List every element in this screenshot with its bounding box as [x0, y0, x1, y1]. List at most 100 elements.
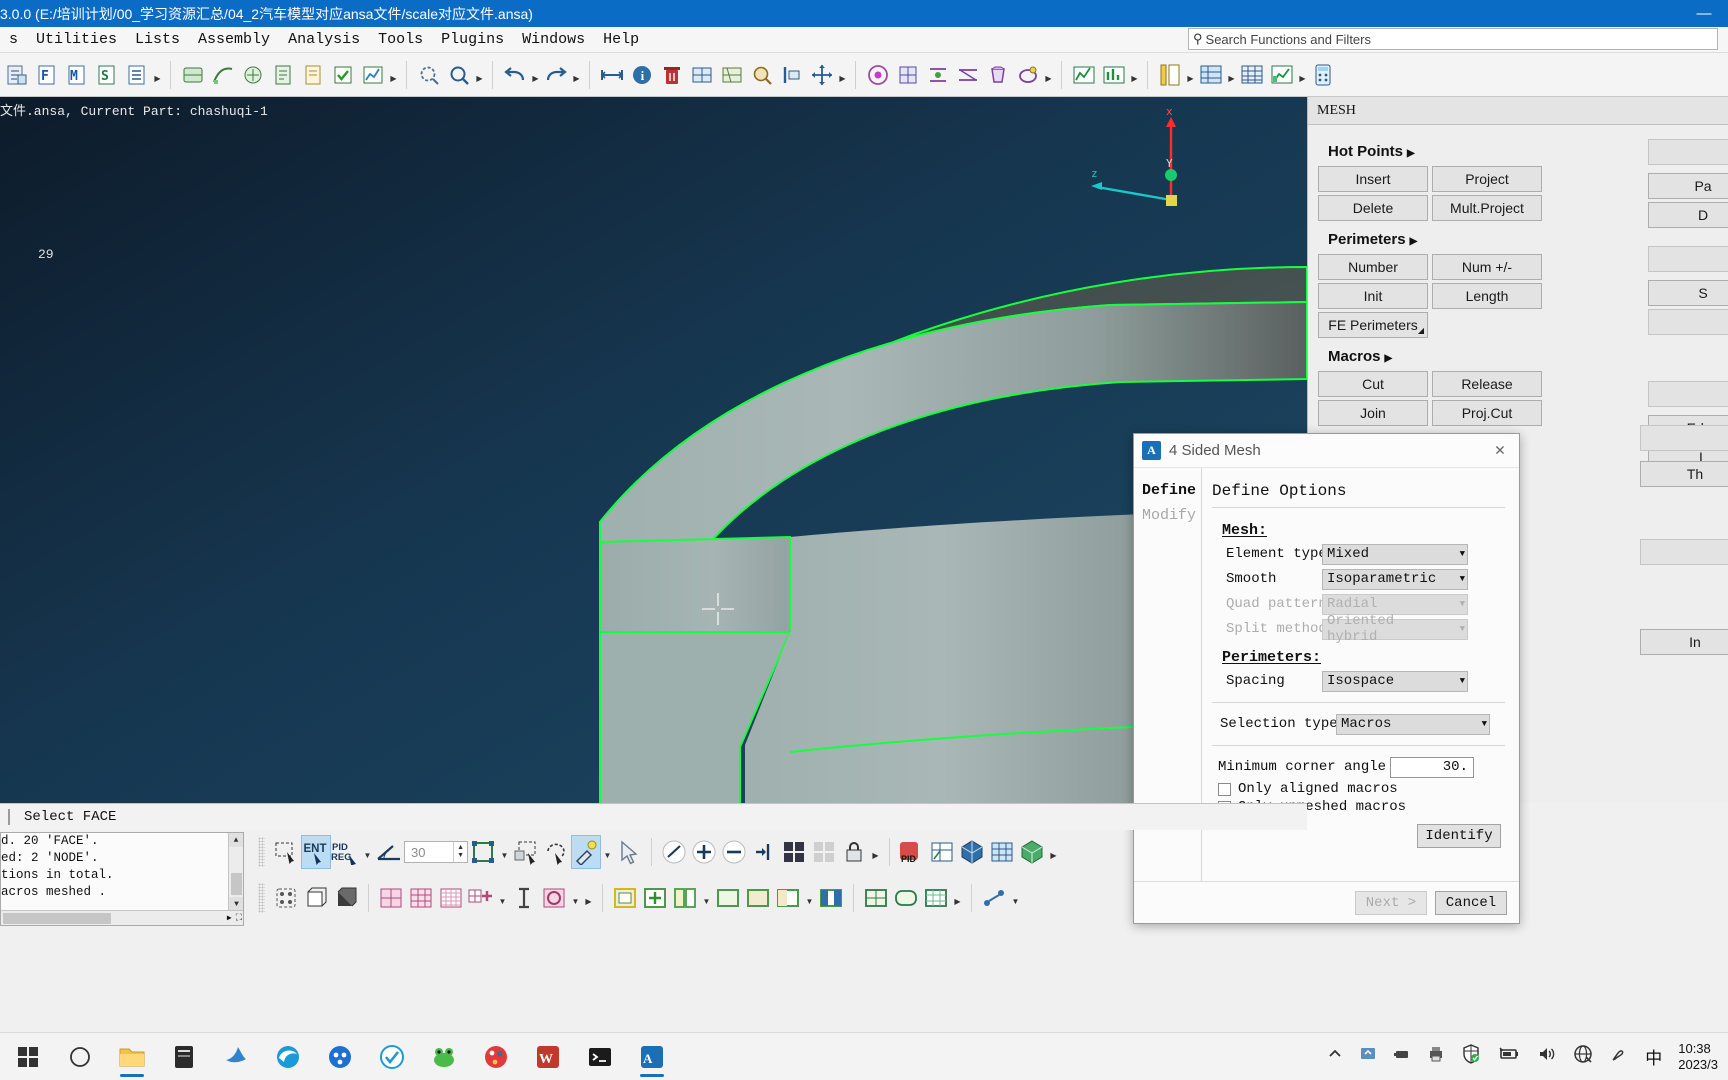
list-icon[interactable]	[122, 58, 152, 92]
select-smooth[interactable]: Isoparametric ▼	[1322, 568, 1468, 590]
iso-view-icon[interactable]	[271, 881, 301, 915]
btn-d[interactable]: D	[1648, 202, 1728, 228]
palette-icon[interactable]	[474, 1035, 518, 1079]
identify-button[interactable]: Identify	[1417, 824, 1501, 848]
invert-selection-icon[interactable]	[749, 835, 779, 869]
col3-blank-2[interactable]	[1648, 246, 1728, 272]
network-icon[interactable]	[1573, 1044, 1593, 1069]
btn-delete[interactable]: Delete	[1318, 195, 1428, 221]
move-icon[interactable]	[807, 58, 837, 92]
add-mesh-dropdown-arrow[interactable]: ▼	[496, 881, 509, 915]
select-spacing[interactable]: Isospace ▼	[1322, 670, 1468, 692]
dolphin-icon[interactable]	[214, 1035, 258, 1079]
checkbox-green-icon[interactable]	[328, 58, 358, 92]
menu-item-assembly[interactable]: Assembly	[189, 29, 279, 50]
3d-viewport[interactable]: 文件.ansa, Current Part: chashuqi-1 29 x z…	[0, 97, 1307, 803]
btn-number[interactable]: Number	[1318, 254, 1428, 280]
btn-proj-cut[interactable]: Proj.Cut	[1432, 400, 1542, 426]
document-icon[interactable]	[298, 58, 328, 92]
flashlight-dropdown-arrow[interactable]: ▼	[601, 835, 614, 869]
btn-release[interactable]: Release	[1432, 371, 1542, 397]
search-input[interactable]: ⚲ Search Functions and Filters	[1188, 28, 1718, 50]
shield-icon[interactable]	[1461, 1044, 1481, 1069]
results-dropdown-arrow[interactable]: ▶	[1129, 58, 1140, 92]
flashlight-select-icon[interactable]	[571, 835, 601, 869]
draw-mode-icon[interactable]	[927, 835, 957, 869]
mesh-icon-m[interactable]: M	[62, 58, 92, 92]
half-panel-dropdown-arrow[interactable]: ▼	[803, 881, 816, 915]
geometry-icon[interactable]	[178, 58, 208, 92]
mesh-quad-icon[interactable]	[406, 881, 436, 915]
move-dropdown-arrow[interactable]: ▶	[837, 58, 848, 92]
bluetooth-blue-icon[interactable]	[318, 1035, 362, 1079]
btn-num-plusminus[interactable]: Num +/-	[1432, 254, 1542, 280]
col3-blank-3[interactable]	[1648, 309, 1728, 335]
expander-arrow-icon-2[interactable]: ▶	[1410, 236, 1418, 247]
file-explorer-icon[interactable]	[110, 1035, 154, 1079]
new-file-icon[interactable]	[2, 58, 32, 92]
lasso-select-icon[interactable]	[541, 835, 571, 869]
angle-stepper[interactable]: ▲ ▼	[453, 842, 467, 862]
btn-s[interactable]: S	[1648, 280, 1728, 306]
chart-dropdown-arrow[interactable]: ▶	[388, 58, 399, 92]
check-circle-icon[interactable]	[370, 1035, 414, 1079]
log-resize-grip[interactable]: ⛶	[236, 913, 243, 923]
mesh-region-icon[interactable]	[861, 881, 891, 915]
split-face-dropdown-arrow[interactable]: ▼	[700, 881, 713, 915]
ansa-icon[interactable]: A	[630, 1035, 674, 1079]
open-file-icon[interactable]: F	[32, 58, 62, 92]
menu-item-plugins[interactable]: Plugins	[432, 29, 513, 50]
taskbar-clock[interactable]: 10:38 2023/3	[1678, 1041, 1718, 1073]
box-select-icon[interactable]	[468, 835, 498, 869]
log-horizontal-scrollbar[interactable]: ▶ ⛶	[1, 910, 243, 925]
col3-blank-4[interactable]	[1648, 381, 1728, 407]
nodes-align-icon[interactable]	[923, 58, 953, 92]
rect-select-icon[interactable]	[271, 835, 301, 869]
more-tools-arrow[interactable]: ▶	[582, 881, 595, 915]
tab-modify[interactable]: Modify	[1142, 507, 1201, 524]
pid-reg-dropdown-arrow[interactable]: ▼	[361, 835, 374, 869]
curve-icon[interactable]	[208, 58, 238, 92]
mesh-fine-icon[interactable]	[436, 881, 466, 915]
angle-value-input[interactable]: 30 ▲ ▼	[404, 841, 468, 863]
notes-icon[interactable]	[162, 1035, 206, 1079]
remove-minus-icon[interactable]	[719, 835, 749, 869]
mesh-grid-icon[interactable]	[238, 58, 268, 92]
calculator-icon[interactable]	[1308, 58, 1338, 92]
clipboard-icon[interactable]	[268, 58, 298, 92]
chevron-down-icon-1[interactable]: ▼	[1452, 549, 1465, 559]
grid-region-icon[interactable]	[921, 881, 951, 915]
expander-arrow-icon-3[interactable]: ▶	[1385, 353, 1393, 364]
expander-arrow-icon[interactable]: ▶	[1407, 148, 1415, 159]
yellow-panel-dropdown-arrow[interactable]: ▶	[1185, 58, 1196, 92]
blue-split-panel-icon[interactable]	[816, 881, 846, 915]
transform-icon[interactable]	[687, 58, 717, 92]
shell-grid-icon[interactable]	[893, 58, 923, 92]
wire-grid-icon[interactable]	[987, 835, 1017, 869]
torus-icon[interactable]	[1013, 58, 1043, 92]
menu-item-lists[interactable]: Lists	[126, 29, 189, 50]
message-log[interactable]: d. 20 'FACE'. ed: 2 'NODE'. tions in tot…	[0, 832, 244, 926]
mesh-pink-icon[interactable]	[376, 881, 406, 915]
zoom-dropdown-arrow[interactable]: ▶	[474, 58, 485, 92]
menu-item-help[interactable]: Help	[594, 29, 648, 50]
select-element-type[interactable]: Mixed ▼	[1322, 543, 1468, 565]
menu-corner-icon[interactable]: ◢	[1418, 326, 1424, 335]
col3-blank-1[interactable]	[1648, 139, 1728, 165]
cube-solid-icon[interactable]	[331, 881, 361, 915]
hscroll-right-icon[interactable]: ▶	[227, 913, 236, 923]
far-blank-2[interactable]	[1640, 539, 1728, 565]
graph-dropdown-arrow[interactable]: ▶	[1297, 58, 1308, 92]
checkbox-only-aligned-macros[interactable]: Only aligned macros	[1218, 781, 1505, 797]
yellow-face-icon[interactable]	[610, 881, 640, 915]
undo-icon[interactable]	[500, 58, 530, 92]
ent-select-icon[interactable]: ENT	[301, 835, 331, 869]
chevron-down-icon-6[interactable]: ▼	[1474, 719, 1487, 729]
line-draw-icon[interactable]	[659, 835, 689, 869]
window-select-icon[interactable]	[511, 835, 541, 869]
blue-table-icon[interactable]	[1196, 58, 1226, 92]
windows-start-icon[interactable]	[6, 1035, 50, 1079]
cancel-button[interactable]: Cancel	[1435, 890, 1507, 915]
yellow-panel-icon[interactable]	[1155, 58, 1185, 92]
lock-dropdown-arrow[interactable]: ▶	[869, 835, 882, 869]
